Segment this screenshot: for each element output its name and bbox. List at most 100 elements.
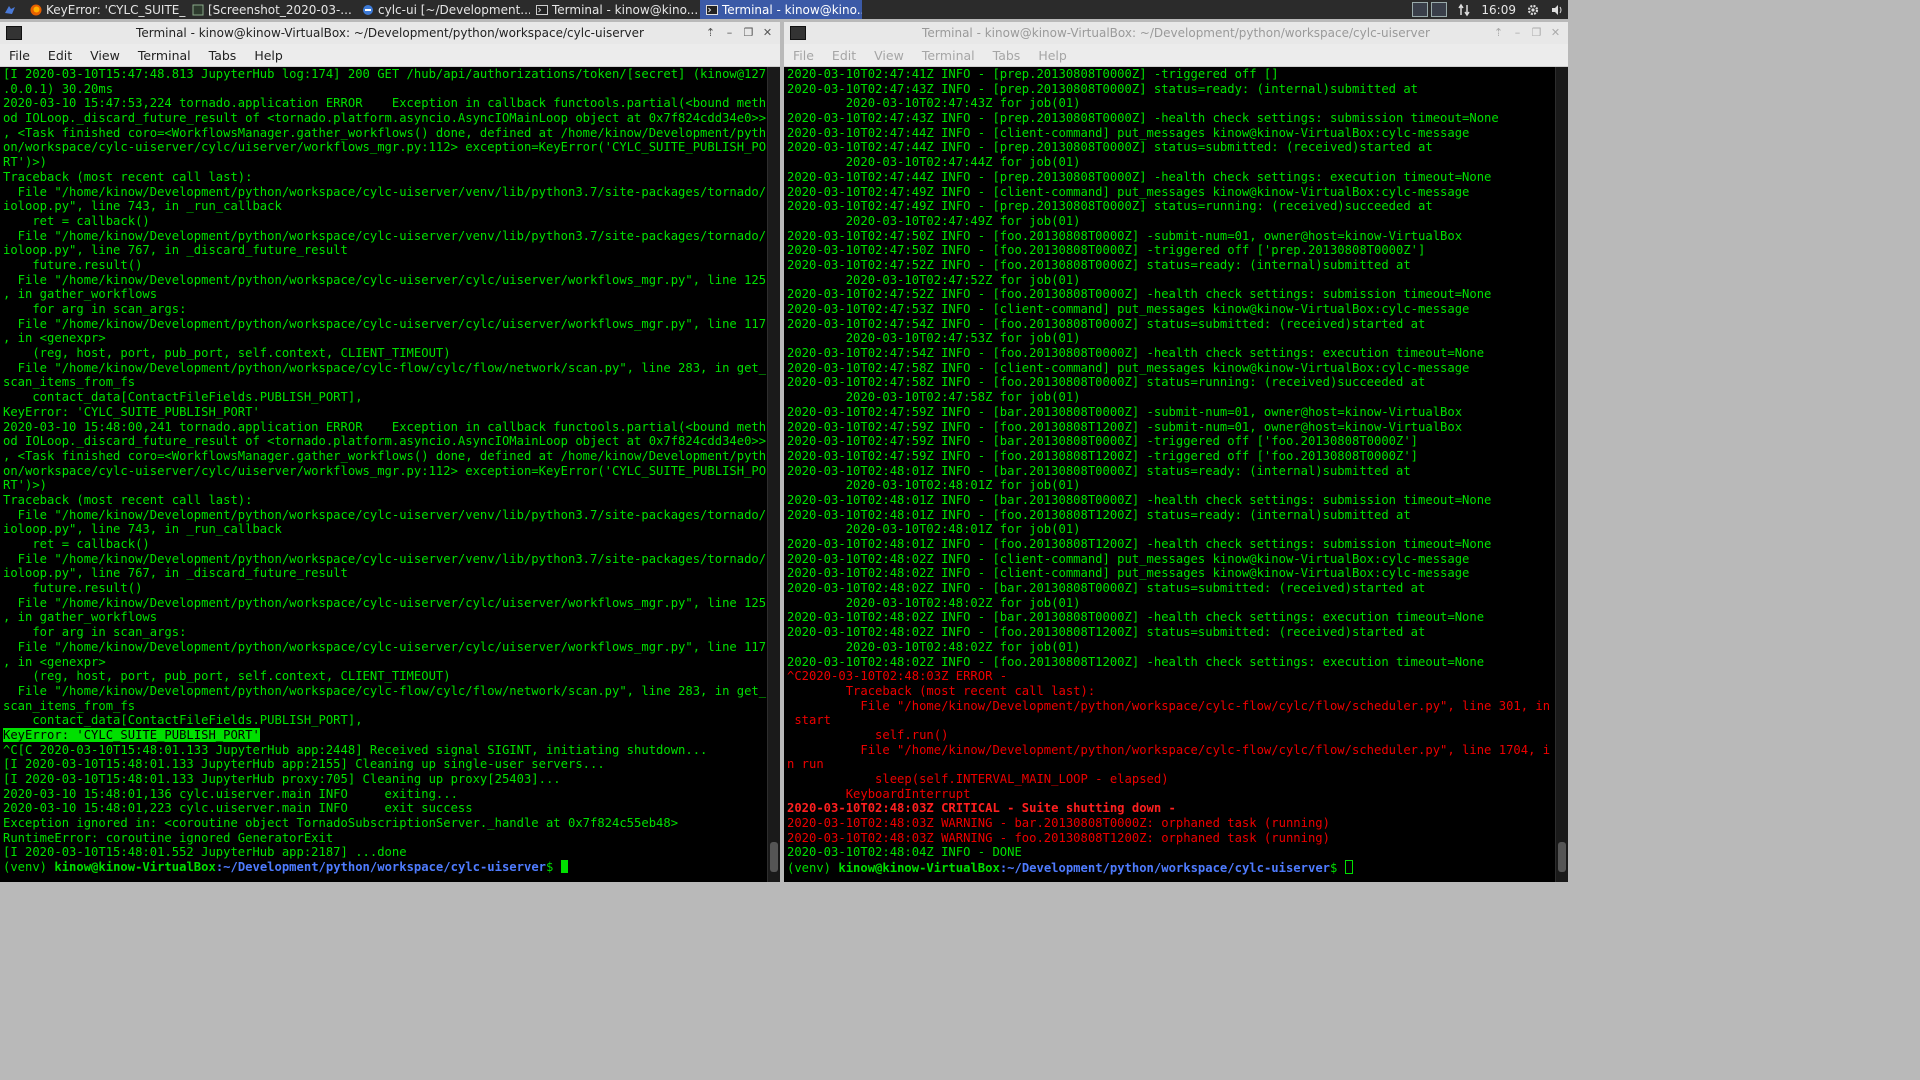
terminal-line-text: 2020-03-10T02:47:43Z for job(01) [787,96,1081,111]
window-shade-icon[interactable]: ⇡ [1492,26,1505,39]
terminal-line-text: File "/home/kinow/Development/python/wor… [3,360,767,375]
workspace-1[interactable] [1412,2,1429,17]
terminal-window-right[interactable]: Terminal - kinow@kinow-VirtualBox: ~/Dev… [784,22,1568,882]
volume-icon[interactable] [1550,3,1564,17]
menu-file[interactable]: File [0,48,39,63]
scrollbar[interactable] [1555,67,1568,882]
menu-tabs[interactable]: Tabs [200,48,246,63]
workspace-switcher[interactable] [1412,2,1448,17]
terminal-line: 2020-03-10T02:47:54Z INFO - [foo.2013080… [787,346,1556,361]
terminal-line-text: 2020-03-10T02:47:52Z INFO - [foo.2013080… [787,287,1492,302]
shell-prompt[interactable]: (venv) kinow@kinow-VirtualBox:~/Developm… [3,860,768,875]
taskbar-item-label: KeyError: 'CYLC_SUITE_... [46,2,186,17]
taskbar-item-terminal-2[interactable]: Terminal - kinow@kino... [700,0,862,19]
text-cursor [560,860,568,874]
terminal-line-text: 2020-03-10T02:48:01Z for job(01) [787,478,1081,493]
terminal-line-text: File "/home/kinow/Development/python/wor… [3,683,767,698]
terminal-line-text: 2020-03-10T02:47:59Z INFO - [bar.2013080… [787,404,1463,419]
terminal-line: Traceback (most recent call last): [787,684,1556,699]
ide-icon [363,4,373,15]
taskbar-item-ide[interactable]: cylc-ui [~/Development... [356,0,530,19]
start-menu-button[interactable] [0,0,24,19]
terminal-line-text: ret = callback() [3,537,150,551]
clock[interactable]: 16:09 [1481,3,1516,17]
taskbar-item-screenshot[interactable]: [Screenshot_2020-03-... [186,0,356,19]
terminal-line: 2020-03-10T02:48:03Z WARNING - foo.20130… [787,831,1556,846]
menu-edit[interactable]: Edit [39,48,81,63]
terminal-line: 2020-03-10T02:47:58Z INFO - [foo.2013080… [787,375,1556,390]
shell-prompt[interactable]: (venv) kinow@kinow-VirtualBox:~/Developm… [787,860,1556,875]
menu-bar: File Edit View Terminal Tabs Help [784,44,1568,67]
scrollbar-thumb[interactable] [1558,842,1566,872]
terminal-line: , <Task finished coro=<WorkflowsManager.… [3,449,768,464]
terminal-line: 2020-03-10T02:47:49Z INFO - [client-comm… [787,185,1556,200]
firefox-icon [30,4,42,15]
window-title: Terminal - kinow@kinow-VirtualBox: ~/Dev… [922,26,1430,40]
terminal-line-text: scan_items_from_fs [3,375,136,390]
window-titlebar[interactable]: Terminal - kinow@kinow-VirtualBox: ~/Dev… [0,22,780,44]
terminal-line: 2020-03-10T02:48:02Z for job(01) [787,640,1556,655]
menu-help[interactable]: Help [245,48,292,63]
menu-file[interactable]: File [784,48,823,63]
menu-terminal[interactable]: Terminal [129,48,200,63]
terminal-line: Traceback (most recent call last): [3,170,768,185]
taskbar-item-terminal-1[interactable]: Terminal - kinow@kino... [530,0,700,19]
terminal-line-text: 2020-03-10 15:48:00,241 tornado.applicat… [3,419,767,434]
terminal-line-text: od IOLoop._discard_future_result of <tor… [3,111,767,126]
minimize-icon[interactable]: – [723,26,736,39]
taskbar-item-firefox[interactable]: KeyError: 'CYLC_SUITE_... [24,0,186,19]
terminal-line-text: 2020-03-10T02:47:43Z INFO - [prep.201308… [787,81,1419,96]
close-icon[interactable]: ✕ [761,26,774,39]
terminal-line: 2020-03-10T02:48:01Z INFO - [foo.2013080… [787,537,1556,552]
terminal-line-text: self.run() [787,727,949,742]
window-shade-icon[interactable]: ⇡ [704,26,717,39]
menu-view[interactable]: View [81,48,129,63]
terminal-line-text: future.result() [3,581,143,596]
terminal-line-text: 2020-03-10T02:48:02Z INFO - [bar.2013080… [787,581,1426,596]
terminal-line: 2020-03-10T02:48:01Z INFO - [foo.2013080… [787,508,1556,523]
maximize-icon[interactable]: ❐ [742,26,755,39]
terminal-line-text: RT')>) [3,478,48,493]
terminal-line: [I 2020-03-10T15:48:01.552 JupyterHub ap… [3,845,768,860]
terminal-line-text: 2020-03-10T02:47:53Z INFO - [client-comm… [787,302,1470,316]
workspace-2[interactable] [1431,2,1448,17]
terminal-line-text: 2020-03-10T02:47:52Z for job(01) [787,272,1081,287]
terminal-line: 2020-03-10T02:47:59Z INFO - [bar.2013080… [787,434,1556,449]
terminal-line-text: .0.0.1) 30.20ms [3,81,114,96]
scrollbar[interactable] [767,67,780,882]
terminal-line: 2020-03-10T02:47:50Z INFO - [foo.2013080… [787,243,1556,258]
menu-view[interactable]: View [865,48,913,63]
terminal-line-text: File "/home/kinow/Development/python/wor… [3,316,767,331]
minimize-icon[interactable]: – [1511,26,1524,39]
terminal-line: File "/home/kinow/Development/python/wor… [3,185,768,200]
terminal-output[interactable]: [I 2020-03-10T15:47:48.813 JupyterHub lo… [0,67,768,882]
prompt-venv: (venv) [787,861,839,876]
terminal-line: File "/home/kinow/Development/python/wor… [3,508,768,523]
terminal-line: File "/home/kinow/Development/python/wor… [3,361,768,376]
terminal-line-text: , in <genexpr> [3,654,106,669]
terminal-line: File "/home/kinow/Development/python/wor… [3,640,768,655]
terminal-line: 2020-03-10T02:48:02Z INFO - [client-comm… [787,566,1556,581]
terminal-line: 2020-03-10T02:47:44Z INFO - [client-comm… [787,126,1556,141]
terminal-line: 2020-03-10T02:47:43Z for job(01) [787,96,1556,111]
network-icon[interactable] [1457,3,1471,17]
menu-help[interactable]: Help [1029,48,1076,63]
terminal-line: ret = callback() [3,537,768,552]
scrollbar-thumb[interactable] [770,842,778,872]
terminal-line: 2020-03-10T02:48:01Z for job(01) [787,522,1556,537]
settings-gear-icon[interactable] [1526,3,1540,17]
terminal-line-text: 2020-03-10T02:48:02Z for job(01) [787,639,1081,654]
menu-tabs[interactable]: Tabs [984,48,1030,63]
terminal-line: KeyError: 'CYLC_SUITE_PUBLISH_PORT' [3,727,768,743]
maximize-icon[interactable]: ❐ [1530,26,1543,39]
window-titlebar[interactable]: Terminal - kinow@kinow-VirtualBox: ~/Dev… [784,22,1568,44]
close-icon[interactable]: ✕ [1549,26,1562,39]
menu-edit[interactable]: Edit [823,48,865,63]
menu-terminal[interactable]: Terminal [913,48,984,63]
text-cursor [1344,860,1353,875]
terminal-line-text: File "/home/kinow/Development/python/wor… [3,551,767,566]
terminal-window-left[interactable]: Terminal - kinow@kinow-VirtualBox: ~/Dev… [0,22,780,882]
terminal-line-text: 2020-03-10T02:47:54Z INFO - [foo.2013080… [787,316,1426,331]
terminal-output[interactable]: 2020-03-10T02:47:41Z INFO - [prep.201308… [784,67,1556,882]
terminal-line-text: contact_data[ContactFileFields.PUBLISH_P… [3,390,363,405]
